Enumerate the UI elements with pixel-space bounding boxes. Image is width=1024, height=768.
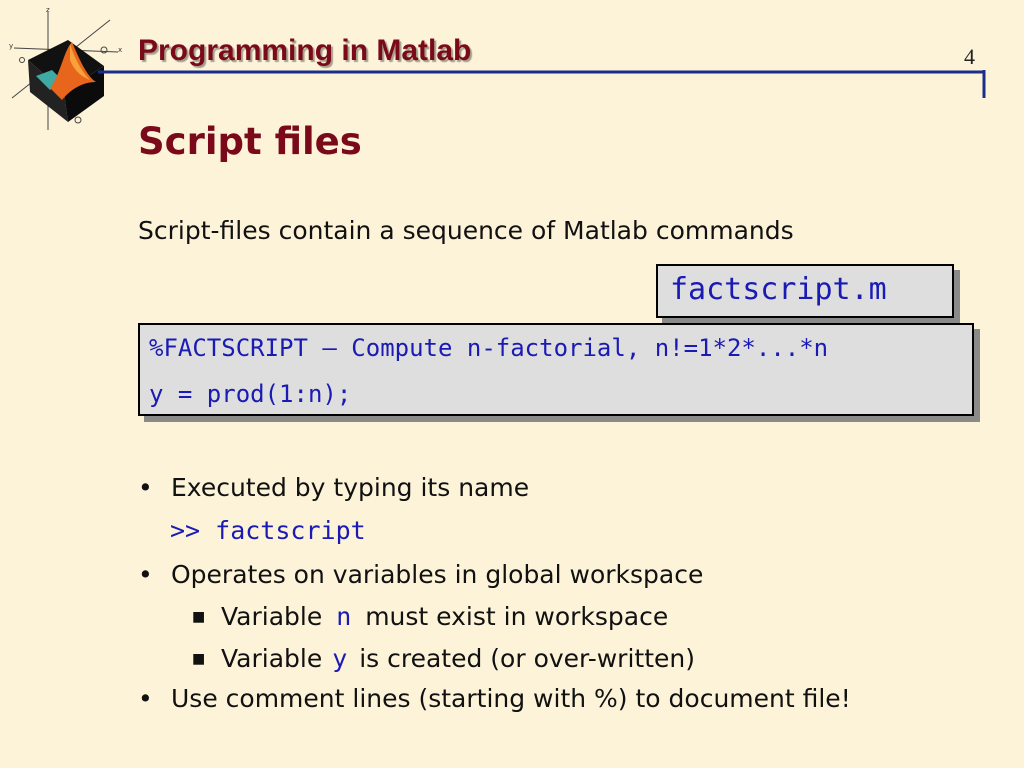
- code-line-comment: %FACTSCRIPT – Compute n-factorial, n!=1*…: [149, 334, 829, 362]
- sub-bullet-pre: Variable: [221, 644, 323, 673]
- sub-bullet-post: is created (or over-written): [359, 644, 695, 673]
- bullet-comments: • Use comment lines (starting with %) to…: [138, 684, 851, 713]
- header-rule: [98, 70, 986, 98]
- sub-bullet-post: must exist in workspace: [365, 602, 669, 631]
- variable-n: n: [336, 602, 352, 631]
- sub-bullet-variable-n: ■ Variable n must exist in workspace: [192, 602, 668, 631]
- intro-text: Script-files contain a sequence of Matla…: [138, 216, 794, 245]
- bullet-text: Executed by typing its name: [171, 473, 530, 502]
- variable-y: y: [332, 644, 348, 673]
- page-number: 4: [964, 44, 975, 69]
- bullet-operates: • Operates on variables in global worksp…: [138, 560, 703, 589]
- slide-title: Script files: [138, 120, 362, 163]
- header-title: Programming in Matlab: [138, 34, 472, 67]
- sub-bullet-pre: Variable: [221, 602, 323, 631]
- axis-x-label: x: [118, 46, 122, 54]
- bullet-dot-icon: •: [138, 684, 153, 713]
- code-box: %FACTSCRIPT – Compute n-factorial, n!=1*…: [138, 323, 974, 416]
- bullet-executed: • Executed by typing its name: [138, 473, 529, 502]
- axis-z-label: z: [46, 6, 50, 14]
- axis-y-label: y: [9, 42, 13, 50]
- bullet-text: Operates on variables in global workspac…: [171, 560, 704, 589]
- bullet-dot-icon: •: [138, 473, 153, 502]
- square-bullet-icon: ■: [192, 609, 206, 625]
- code-line-statement: y = prod(1:n);: [149, 380, 352, 408]
- command-example: >> factscript: [170, 516, 366, 545]
- filename-box: factscript.m: [656, 264, 954, 318]
- sub-bullet-variable-y: ■ Variable y is created (or over-written…: [192, 644, 695, 673]
- bullet-dot-icon: •: [138, 560, 153, 589]
- square-bullet-icon: ■: [192, 651, 206, 667]
- bullet-text: Use comment lines (starting with %) to d…: [171, 684, 851, 713]
